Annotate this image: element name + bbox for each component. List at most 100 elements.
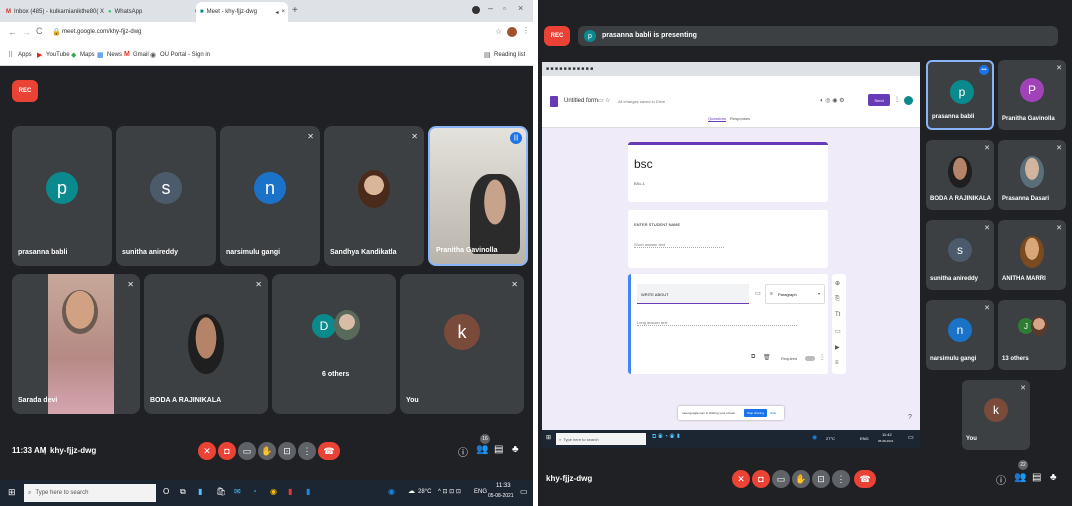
address-input[interactable]: meet.google.com/khy-fjjz-dwg — [62, 29, 141, 35]
participant-video-tile[interactable]: ||| Pranitha Gavinolla — [428, 126, 528, 266]
mail-icon[interactable]: ✉ — [234, 487, 241, 496]
chrome-icon[interactable]: ◉ — [270, 487, 277, 496]
cortana-icon[interactable]: O — [163, 487, 169, 496]
notifications-icon[interactable]: ▭ — [520, 487, 528, 496]
new-tab-icon[interactable]: + — [292, 5, 298, 16]
avatar[interactable] — [904, 96, 913, 105]
bookmark-youtube[interactable]: YouTube — [46, 52, 70, 58]
search-box[interactable]: ⌕ Type here to search — [24, 484, 156, 502]
end-call-button[interactable]: ☎ — [318, 442, 340, 460]
participant-tile[interactable]: ✕ ANITHA MARRI — [998, 220, 1066, 290]
participant-tile[interactable]: P ✕ Pranitha Gavinolla — [998, 60, 1066, 130]
form-title[interactable]: Untitled form — [564, 98, 598, 104]
tab-gmail[interactable]: M Inbox (485) - kulkarnianikthe80( X — [6, 4, 106, 20]
edge-icon[interactable]: ◔ — [252, 487, 257, 496]
form-header-desc[interactable]: BSc-1 — [634, 181, 645, 186]
inner-search-box[interactable]: ⌕ Type here to search — [556, 433, 646, 445]
close-icon[interactable]: × — [281, 9, 285, 15]
active-question-card[interactable]: WRITE ABOUT ▭ ≡ Paragraph ▾ Long answer … — [628, 274, 828, 374]
chat-icon[interactable]: ▤ — [494, 444, 503, 455]
captions-button[interactable]: ▭ — [238, 442, 256, 460]
delete-icon[interactable]: 🗑 — [763, 354, 771, 361]
taskbar-apps[interactable]: ⧉ ◉ ◔ ◉ ▮ — [652, 434, 681, 441]
more-options-button[interactable]: ⋮ — [298, 442, 316, 460]
video-icon[interactable]: ▶ — [835, 344, 840, 351]
duplicate-icon[interactable]: ⧉ — [751, 354, 755, 361]
reload-icon[interactable]: C — [36, 26, 43, 36]
others-tile[interactable]: J 13 others — [998, 300, 1066, 370]
activities-icon[interactable]: ♣ — [1050, 472, 1057, 483]
question-input[interactable]: WRITE ABOUT — [637, 284, 749, 304]
participant-tile[interactable]: ✕ Prasanna Dasari — [998, 140, 1066, 210]
back-icon[interactable]: ← — [8, 27, 17, 37]
participant-tile[interactable]: p ••• prasanna babli — [926, 60, 994, 130]
help-icon[interactable]: ? — [908, 414, 912, 421]
star-icon[interactable]: ☆ — [495, 27, 502, 36]
bookmark-gmail[interactable]: Gmail — [133, 52, 149, 58]
people-icon[interactable]: 👥 — [1014, 472, 1026, 483]
reading-list-button[interactable]: Reading list — [494, 52, 525, 58]
bookmark-maps[interactable]: Maps — [80, 52, 95, 58]
send-button[interactable]: Send — [868, 94, 890, 106]
participant-tile[interactable]: p prasanna babli — [12, 126, 112, 266]
forward-icon[interactable]: → — [22, 27, 31, 37]
image-icon[interactable]: ▭ — [755, 290, 761, 297]
section-icon[interactable]: ≡ — [835, 360, 839, 366]
app-icon[interactable]: ▮ — [306, 487, 310, 496]
tab-whatsapp[interactable]: ● WhatsApp × — [108, 4, 198, 20]
app-icon[interactable]: ▮ — [198, 487, 202, 496]
import-icon[interactable]: ⎘ — [835, 296, 840, 303]
menu-icon[interactable]: ⋮ — [522, 26, 530, 35]
info-icon[interactable]: ⓘ — [996, 472, 1006, 487]
hide-button[interactable]: Hide — [770, 411, 776, 415]
app-icon[interactable]: ◉ — [388, 487, 395, 496]
clock-date[interactable]: 05-08-2021 — [488, 493, 514, 499]
others-tile[interactable]: D 6 others — [272, 274, 396, 414]
star-icon[interactable]: ☆ — [605, 97, 610, 104]
form-header-title[interactable]: bsc — [634, 157, 653, 171]
start-icon[interactable]: ⊞ — [546, 434, 551, 441]
present-button[interactable]: ⊡ — [812, 470, 830, 488]
end-call-button[interactable]: ☎ — [854, 470, 876, 488]
self-tile[interactable]: k ✕ You — [962, 380, 1030, 450]
more-icon[interactable]: ⋮ — [819, 354, 825, 361]
image-icon[interactable]: ▭ — [835, 328, 841, 335]
clock-time[interactable]: 11:33 — [496, 483, 511, 489]
title-icon[interactable]: Tt — [835, 312, 840, 318]
tab-questions[interactable]: Questions — [708, 116, 727, 122]
participant-tile[interactable]: n ✕ narsimulu gangi — [926, 300, 994, 370]
participant-video-tile[interactable]: ✕ Sarada devi — [12, 274, 140, 414]
task-view-icon[interactable]: ⧉ — [180, 487, 186, 497]
stop-sharing-button[interactable]: Stop sharing — [744, 409, 767, 417]
tray-icons[interactable]: ^ ⊡ ⊡ ⊡ — [438, 488, 461, 495]
chat-icon[interactable]: ▤ — [1032, 472, 1041, 483]
raise-hand-button[interactable]: ✋ — [258, 442, 276, 460]
add-question-icon[interactable]: ⊕ — [835, 280, 840, 287]
language[interactable]: ENG — [474, 489, 487, 495]
mic-button[interactable]: ✕ — [198, 442, 216, 460]
profile-icon[interactable] — [472, 6, 480, 14]
avatar[interactable] — [507, 27, 517, 37]
question-type-select[interactable]: ≡ Paragraph ▾ — [765, 284, 825, 304]
app-icon[interactable]: ▮ — [288, 487, 292, 496]
activities-icon[interactable]: ♣ — [512, 444, 519, 455]
people-icon[interactable]: 👥 — [476, 444, 488, 455]
notifications-icon[interactable]: ▭ — [908, 434, 914, 441]
minimize-icon[interactable]: – — [488, 3, 493, 13]
camera-button[interactable]: ◘ — [752, 470, 770, 488]
participant-tile[interactable]: ✕ BODA A RAJINIKALA — [926, 140, 994, 210]
tab-meet[interactable]: ■ Meet - khy-fjjz-dwg ◂ × — [196, 2, 288, 22]
start-icon[interactable]: ⊞ — [8, 487, 16, 498]
question-card[interactable]: ENTER STUDENT NAME Short answer text — [628, 210, 828, 268]
tab-responses[interactable]: Responses — [730, 116, 750, 121]
present-button[interactable]: ⊡ — [278, 442, 296, 460]
app-icon[interactable]: ◉ — [812, 434, 817, 441]
maximize-icon[interactable]: ▫ — [503, 4, 506, 13]
participant-tile[interactable]: ✕ BODA A RAJINIKALA — [144, 274, 268, 414]
toolbar-icons[interactable]: ◐ ◎ ◉ ⚙ — [820, 97, 844, 104]
more-options-button[interactable]: ⋮ — [832, 470, 850, 488]
camera-button[interactable]: ◘ — [218, 442, 236, 460]
info-icon[interactable]: ⓘ — [458, 444, 468, 459]
close-window-icon[interactable]: × — [518, 3, 523, 13]
bookmark-ou-portal[interactable]: OU Portal - Sign in — [160, 52, 210, 58]
